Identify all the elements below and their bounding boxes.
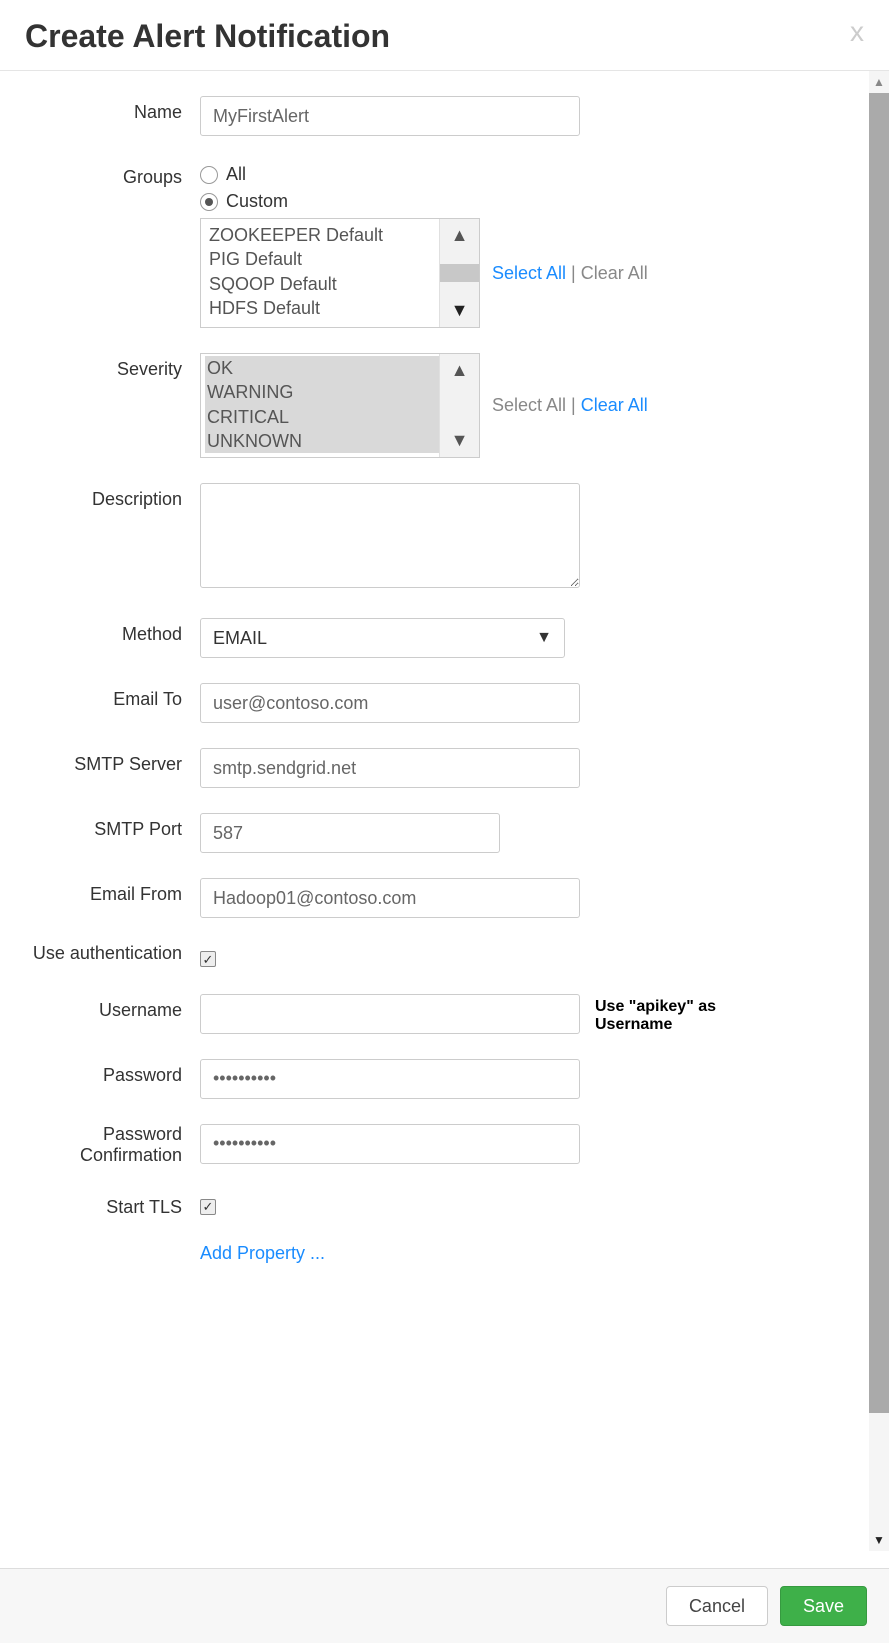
dialog-body: Name Groups All Custom xyxy=(0,71,889,1551)
radio-all[interactable]: All xyxy=(200,164,648,185)
list-item[interactable]: WARNING xyxy=(205,380,439,404)
label-method: Method xyxy=(30,618,200,645)
row-password: Password xyxy=(30,1059,859,1099)
smtp-server-input[interactable] xyxy=(200,748,580,788)
chevron-down-icon: ▼ xyxy=(536,629,552,647)
row-start-tls: Start TLS xyxy=(30,1191,859,1218)
groups-select-links: Select All | Clear All xyxy=(492,263,648,284)
chevron-up-icon[interactable]: ▲ xyxy=(869,71,889,93)
listbox-scrollbar[interactable]: ▲ ▼ xyxy=(439,354,479,457)
groups-listbox[interactable]: ZOOKEEPER Default PIG Default SQOOP Defa… xyxy=(200,218,480,328)
row-smtp-port: SMTP Port xyxy=(30,813,859,853)
label-email-from: Email From xyxy=(30,878,200,905)
password-confirm-input[interactable] xyxy=(200,1124,580,1164)
save-button[interactable]: Save xyxy=(780,1586,867,1626)
spacer xyxy=(30,1243,200,1249)
chevron-up-icon[interactable]: ▲ xyxy=(451,354,469,387)
chevron-down-icon[interactable]: ▼ xyxy=(451,294,469,327)
groups-listbox-wrap: ZOOKEEPER Default PIG Default SQOOP Defa… xyxy=(200,218,648,328)
label-smtp-port: SMTP Port xyxy=(30,813,200,840)
email-from-input[interactable] xyxy=(200,878,580,918)
row-smtp-server: SMTP Server xyxy=(30,748,859,788)
dialog-footer: Cancel Save xyxy=(0,1568,889,1643)
smtp-port-input[interactable] xyxy=(200,813,500,853)
label-password-confirm: Password Confirmation xyxy=(30,1124,200,1166)
start-tls-checkbox[interactable] xyxy=(200,1199,216,1215)
list-item[interactable]: SQOOP Default xyxy=(207,272,433,296)
row-email-from: Email From xyxy=(30,878,859,918)
password-input[interactable] xyxy=(200,1059,580,1099)
separator: | xyxy=(566,395,581,415)
description-textarea[interactable] xyxy=(200,483,580,588)
separator: | xyxy=(566,263,581,283)
groups-select-all-link[interactable]: Select All xyxy=(492,263,566,283)
scroll-thumb[interactable] xyxy=(869,93,889,1413)
label-password: Password xyxy=(30,1059,200,1086)
label-severity: Severity xyxy=(30,353,200,380)
body-scrollbar[interactable]: ▲ ▼ xyxy=(869,71,889,1551)
label-email-to: Email To xyxy=(30,683,200,710)
row-severity: Severity OK WARNING CRITICAL UNKNOWN ▲ xyxy=(30,353,859,458)
chevron-down-icon[interactable]: ▼ xyxy=(869,1529,889,1551)
use-auth-checkbox[interactable] xyxy=(200,951,216,967)
row-email-to: Email To xyxy=(30,683,859,723)
severity-select-links: Select All | Clear All xyxy=(492,395,648,416)
list-item[interactable]: ZOOKEEPER Default xyxy=(207,223,433,247)
list-item[interactable]: HDFS Default xyxy=(207,296,433,320)
list-item[interactable]: PIG Default xyxy=(207,247,433,271)
radio-custom-label: Custom xyxy=(226,191,288,212)
username-hint: Use "apikey" as Username xyxy=(595,994,765,1034)
method-value: EMAIL xyxy=(213,628,267,649)
dialog-body-wrapper: Name Groups All Custom xyxy=(0,71,889,1551)
method-select[interactable]: EMAIL ▼ xyxy=(200,618,565,658)
scroll-track xyxy=(869,1413,889,1529)
scroll-thumb[interactable] xyxy=(440,264,479,282)
severity-clear-all-link[interactable]: Clear All xyxy=(581,395,648,415)
cancel-button[interactable]: Cancel xyxy=(666,1586,768,1626)
severity-listbox[interactable]: OK WARNING CRITICAL UNKNOWN ▲ ▼ xyxy=(200,353,480,458)
label-start-tls: Start TLS xyxy=(30,1191,200,1218)
radio-icon xyxy=(200,166,218,184)
label-description: Description xyxy=(30,483,200,510)
dialog-header: Create Alert Notification x xyxy=(0,0,889,71)
radio-icon xyxy=(200,193,218,211)
groups-radio-group: All Custom xyxy=(200,161,648,212)
row-groups: Groups All Custom ZOOKEEPER Defaul xyxy=(30,161,859,328)
add-property-link[interactable]: Add Property ... xyxy=(200,1243,325,1263)
label-smtp-server: SMTP Server xyxy=(30,748,200,775)
label-name: Name xyxy=(30,96,200,123)
list-item[interactable]: CRITICAL xyxy=(205,405,439,429)
row-method: Method EMAIL ▼ xyxy=(30,618,859,658)
radio-custom[interactable]: Custom xyxy=(200,191,648,212)
row-password-confirm: Password Confirmation xyxy=(30,1124,859,1166)
list-item[interactable]: OK xyxy=(205,356,439,380)
listbox-scrollbar[interactable]: ▲ ▼ xyxy=(439,219,479,327)
dialog-title: Create Alert Notification xyxy=(25,18,390,55)
username-input[interactable] xyxy=(200,994,580,1034)
row-add-property: Add Property ... xyxy=(30,1243,859,1264)
list-item[interactable]: UNKNOWN xyxy=(205,429,439,453)
row-name: Name xyxy=(30,96,859,136)
row-use-auth: Use authentication xyxy=(30,943,859,969)
name-input[interactable] xyxy=(200,96,580,136)
row-username: Username Use "apikey" as Username xyxy=(30,994,859,1034)
label-use-auth: Use authentication xyxy=(30,943,200,964)
radio-all-label: All xyxy=(226,164,246,185)
groups-clear-all-link[interactable]: Clear All xyxy=(581,263,648,283)
severity-items: OK WARNING CRITICAL UNKNOWN xyxy=(201,354,439,457)
label-username: Username xyxy=(30,994,200,1021)
label-groups: Groups xyxy=(30,161,200,188)
row-description: Description xyxy=(30,483,859,593)
chevron-up-icon[interactable]: ▲ xyxy=(451,219,469,252)
severity-listbox-wrap: OK WARNING CRITICAL UNKNOWN ▲ ▼ Select A… xyxy=(200,353,648,458)
severity-select-all-link[interactable]: Select All xyxy=(492,395,566,415)
groups-items: ZOOKEEPER Default PIG Default SQOOP Defa… xyxy=(201,219,439,327)
chevron-down-icon[interactable]: ▼ xyxy=(451,424,469,457)
email-to-input[interactable] xyxy=(200,683,580,723)
close-icon[interactable]: x xyxy=(850,18,864,46)
